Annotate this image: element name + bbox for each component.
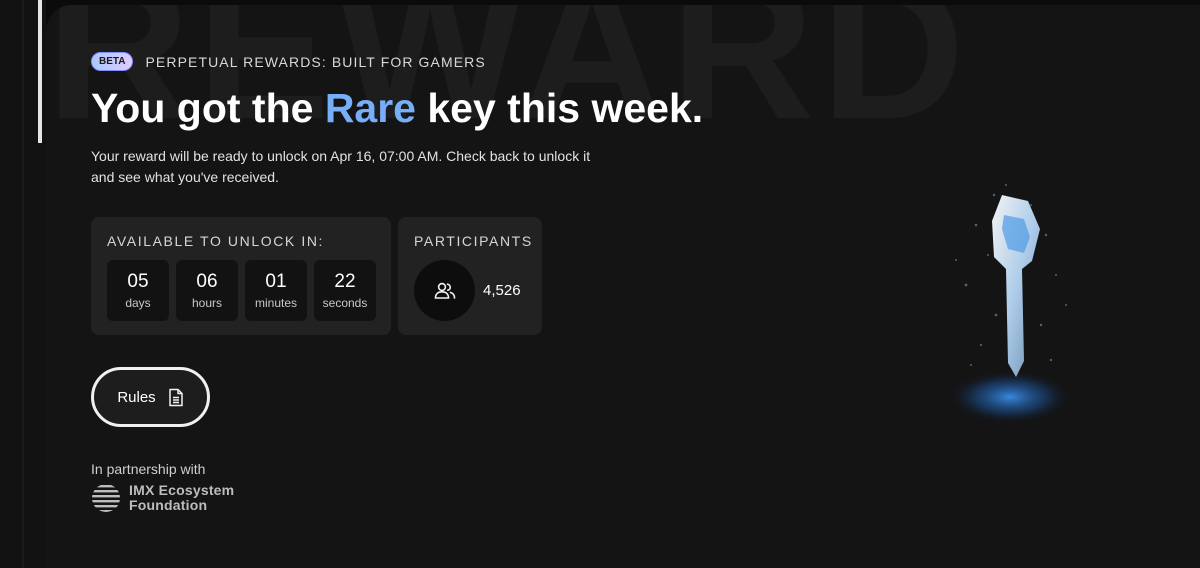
countdown-unit: seconds [322, 296, 368, 310]
tagline-text: PERPETUAL REWARDS: BUILT FOR GAMERS [145, 53, 486, 70]
countdown-seconds: 22 seconds [314, 260, 376, 321]
reward-description: Your reward will be ready to unlock on A… [91, 148, 591, 185]
reward-panel: REWARD BETA PERPETUAL REWARDS: BUILT FOR… [46, 5, 1200, 568]
countdown-title: AVAILABLE TO UNLOCK IN: [107, 233, 325, 249]
participants-count: 4,526 [483, 282, 521, 299]
document-icon [168, 388, 183, 406]
countdown-value: 22 [334, 271, 356, 292]
partner-name: IMX Ecosystem Foundation [129, 483, 234, 513]
countdown-value: 06 [196, 271, 218, 292]
headline-highlight: Rare [324, 85, 416, 131]
rules-button[interactable]: Rules [91, 367, 210, 427]
tagline-row: BETA PERPETUAL REWARDS: BUILT FOR GAMERS [91, 52, 486, 71]
countdown-minutes: 01 minutes [245, 260, 307, 321]
countdown-unit: days [125, 296, 151, 310]
countdown-value: 01 [265, 271, 287, 292]
participants-title: PARTICIPANTS [414, 233, 533, 249]
countdown-hours: 06 hours [176, 260, 238, 321]
rare-key-illustration [936, 165, 1136, 445]
beta-badge: BETA [91, 52, 134, 71]
headline-before: You got the [91, 85, 325, 131]
imx-logo-icon [92, 485, 120, 512]
page-title: You got the Rare key this week. [91, 85, 703, 132]
users-icon [434, 282, 455, 299]
partner-name-line2: Foundation [129, 497, 208, 513]
rules-label: Rules [117, 388, 156, 406]
rare-key-icon [950, 184, 1070, 423]
countdown-unit: hours [191, 296, 223, 310]
countdown-card: AVAILABLE TO UNLOCK IN: 05 days 06 hours… [91, 217, 391, 335]
countdown-days: 05 days [107, 260, 169, 321]
participants-card: PARTICIPANTS 4,526 [398, 217, 542, 335]
partner-logo: IMX Ecosystem Foundation [91, 483, 234, 513]
countdown-unit: minutes [254, 296, 298, 310]
countdown-value: 05 [127, 271, 149, 292]
partnership-label: In partnership with [91, 461, 206, 477]
participants-avatar [414, 260, 475, 321]
left-accent-bar [38, 0, 42, 143]
partner-name-line1: IMX Ecosystem [129, 482, 235, 498]
headline-after: key this week. [415, 85, 704, 131]
left-divider-line [22, 0, 24, 568]
